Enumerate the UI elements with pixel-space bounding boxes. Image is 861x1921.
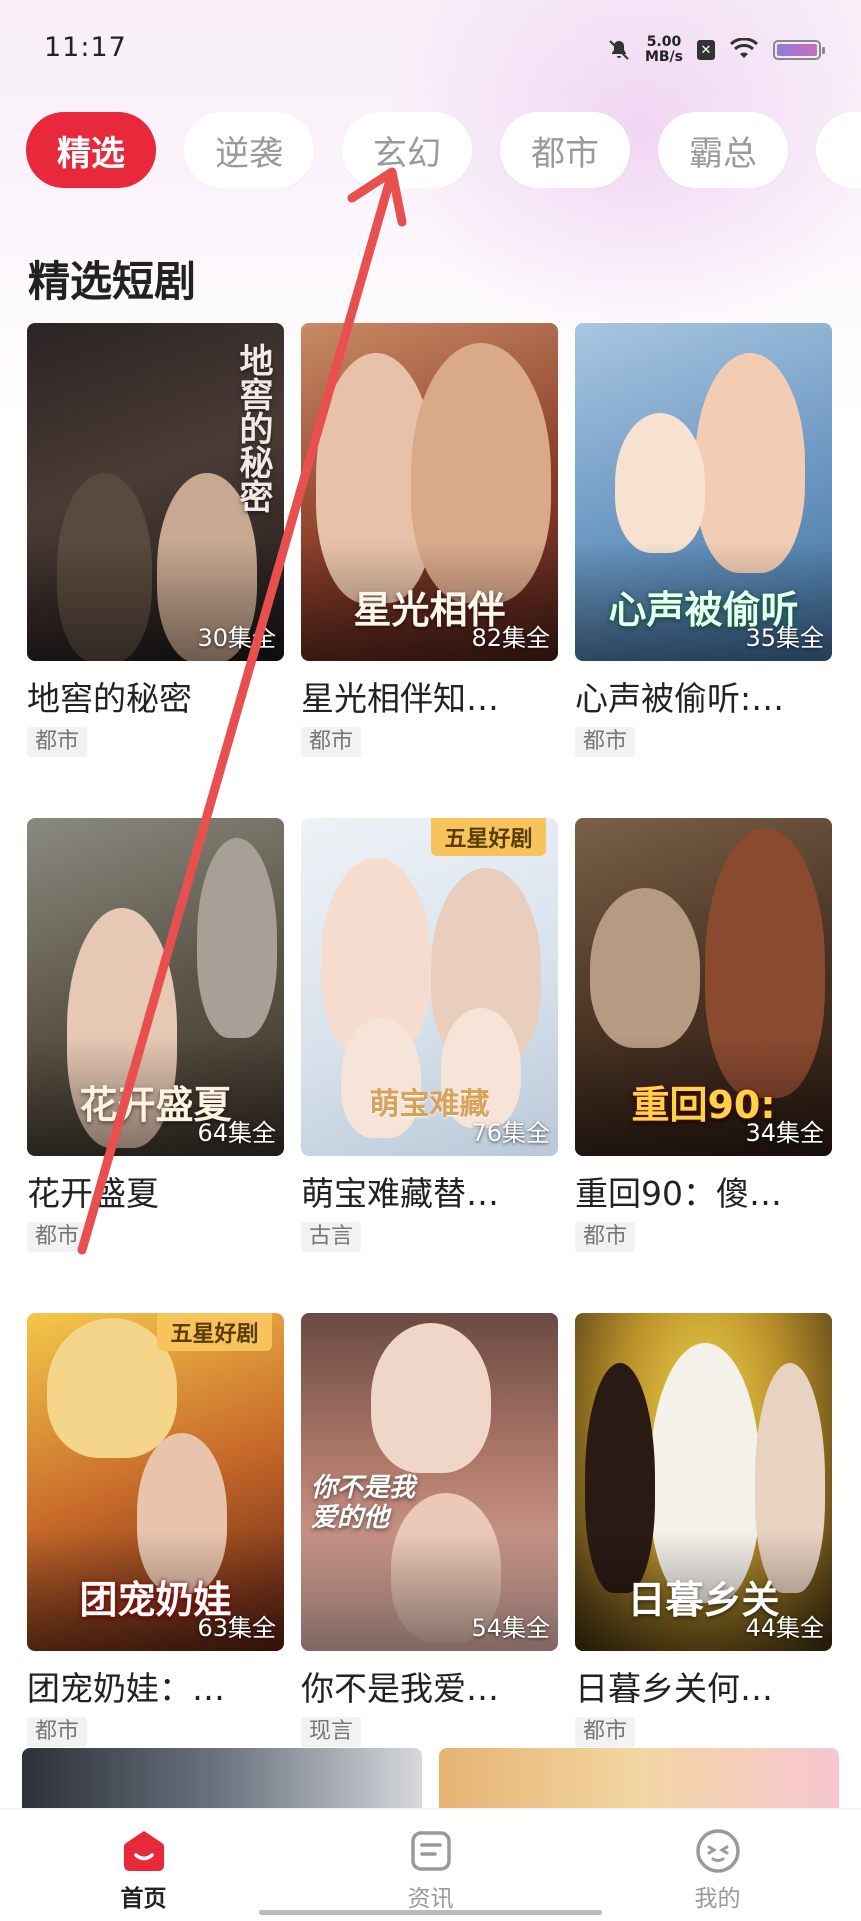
- drama-title[interactable]: 星光相伴知…: [301, 679, 558, 719]
- episode-count: 54集全: [471, 1614, 550, 1642]
- tab-nixi[interactable]: 逆袭: [184, 112, 314, 188]
- nav-label: 我的: [694, 1886, 741, 1912]
- episode-count: 76集全: [471, 1119, 550, 1147]
- episode-count: 44集全: [745, 1614, 824, 1642]
- drama-card[interactable]: 地窖的秘密 30集全 地窖的秘密 都市: [27, 323, 284, 757]
- drama-poster[interactable]: 心声被偷听 35集全: [575, 323, 832, 661]
- drama-title[interactable]: 地窖的秘密: [27, 679, 284, 719]
- net-speed: 5.00 MB/s: [645, 35, 683, 65]
- poster-title: 地窖的秘密: [233, 343, 273, 513]
- drama-card[interactable]: 五星好剧 团宠奶娃 63集全 团宠奶娃：… 都市: [27, 1313, 284, 1747]
- status-icons: 5.00 MB/s ✕: [607, 30, 825, 70]
- drama-title[interactable]: 日暮乡关何…: [575, 1669, 832, 1709]
- genre-tag: 古言: [301, 1222, 362, 1252]
- section-title: 精选短剧: [28, 257, 197, 306]
- nav-home[interactable]: 首页: [0, 1809, 287, 1921]
- drama-card[interactable]: 五星好剧 萌宝难藏 76集全 萌宝难藏替… 古言: [301, 818, 558, 1252]
- drama-grid: 地窖的秘密 30集全 地窖的秘密 都市 星光相伴 82集全 星光相伴知… 都市 …: [27, 323, 833, 1808]
- poster-title: 你不是我爱的他: [311, 1473, 416, 1533]
- nav-label: 首页: [120, 1886, 167, 1912]
- tab-xuanhuan[interactable]: 玄幻: [342, 112, 472, 188]
- poster-figure: [197, 838, 277, 1038]
- episode-count: 82集全: [471, 624, 550, 652]
- drama-title[interactable]: 花开盛夏: [27, 1174, 284, 1214]
- nav-label: 资讯: [407, 1886, 454, 1912]
- status-time: 11:17: [44, 32, 127, 63]
- drama-title[interactable]: 你不是我爱…: [301, 1669, 558, 1709]
- genre-tag: 都市: [575, 1717, 636, 1747]
- genre-tag: 都市: [27, 727, 88, 757]
- drama-card[interactable]: 星光相伴 82集全 星光相伴知… 都市: [301, 323, 558, 757]
- drama-card[interactable]: 日暮乡关 44集全 日暮乡关何… 都市: [575, 1313, 832, 1747]
- genre-tag: 都市: [575, 1222, 636, 1252]
- drama-poster[interactable]: 日暮乡关 44集全: [575, 1313, 832, 1651]
- net-speed-unit: MB/s: [644, 49, 683, 65]
- drama-card[interactable]: 你不是我爱的他 54集全 你不是我爱… 现言: [301, 1313, 558, 1747]
- episode-count: 34集全: [745, 1119, 824, 1147]
- episode-count: 35集全: [745, 624, 824, 652]
- wifi-icon: [729, 38, 759, 58]
- drama-poster[interactable]: 你不是我爱的他 54集全: [301, 1313, 558, 1651]
- nav-news[interactable]: 资讯: [287, 1809, 574, 1921]
- drama-title[interactable]: 团宠奶娃：…: [27, 1669, 284, 1709]
- banner-card-partial[interactable]: [22, 1748, 422, 1808]
- episode-count: 63集全: [197, 1614, 276, 1642]
- episode-count: 30集全: [197, 624, 276, 652]
- drama-poster[interactable]: 花开盛夏 64集全: [27, 818, 284, 1156]
- home-indicator[interactable]: [259, 1910, 602, 1915]
- drama-card[interactable]: 心声被偷听 35集全 心声被偷听:… 都市: [575, 323, 832, 757]
- poster-figure: [695, 353, 805, 573]
- episode-count: 64集全: [197, 1119, 276, 1147]
- mute-icon: [609, 40, 629, 60]
- drama-title[interactable]: 重回90：傻…: [575, 1174, 832, 1214]
- tab-bazong[interactable]: 霸总: [658, 112, 788, 188]
- drama-poster[interactable]: 地窖的秘密 30集全: [27, 323, 284, 661]
- genre-tag: 都市: [301, 727, 362, 757]
- drama-poster[interactable]: 重回90: 34集全: [575, 818, 832, 1156]
- genre-tag: 现言: [301, 1717, 362, 1747]
- profile-icon: [695, 1829, 740, 1873]
- drama-row: 花开盛夏 64集全 花开盛夏 都市 五星好剧 萌宝难藏 76集全 萌宝难藏替… …: [27, 818, 833, 1252]
- drama-card[interactable]: 花开盛夏 64集全 花开盛夏 都市: [27, 818, 284, 1252]
- status-bar: 11:17 5.00 MB/s ✕: [0, 0, 861, 100]
- sim-off-icon: ✕: [697, 40, 715, 60]
- drama-title[interactable]: 心声被偷听:…: [575, 679, 832, 719]
- home-icon: [123, 1831, 164, 1871]
- drama-card[interactable]: 重回90: 34集全 重回90：傻… 都市: [575, 818, 832, 1252]
- drama-poster[interactable]: 五星好剧 团宠奶娃 63集全: [27, 1313, 284, 1651]
- banner-card-partial[interactable]: [439, 1748, 839, 1808]
- genre-tag: 都市: [575, 727, 636, 757]
- genre-tag: 都市: [27, 1222, 88, 1252]
- five-star-badge: 五星好剧: [157, 1313, 272, 1351]
- category-tabs: 精选 逆袭 玄幻 都市 霸总 古: [26, 112, 861, 188]
- nav-profile[interactable]: 我的: [574, 1809, 861, 1921]
- drama-row: 地窖的秘密 30集全 地窖的秘密 都市 星光相伴 82集全 星光相伴知… 都市 …: [27, 323, 833, 757]
- drama-poster[interactable]: 五星好剧 萌宝难藏 76集全: [301, 818, 558, 1156]
- drama-row: 五星好剧 团宠奶娃 63集全 团宠奶娃：… 都市 你不是我爱的他 54集全 你不…: [27, 1313, 833, 1747]
- tab-jingxuan[interactable]: 精选: [26, 112, 156, 188]
- genre-tag: 都市: [27, 1717, 88, 1747]
- five-star-badge: 五星好剧: [431, 818, 546, 856]
- drama-poster[interactable]: 星光相伴 82集全: [301, 323, 558, 661]
- battery-icon: [773, 40, 825, 60]
- net-speed-value: 5.00: [646, 34, 682, 50]
- tab-guyan[interactable]: 古: [816, 112, 861, 188]
- poster-figure: [371, 1323, 491, 1473]
- poster-figure: [615, 413, 705, 553]
- poster-figure: [590, 888, 700, 1048]
- drama-title[interactable]: 萌宝难藏替…: [301, 1174, 558, 1214]
- tab-dushi[interactable]: 都市: [500, 112, 630, 188]
- bottom-nav: 首页 资讯 我的: [0, 1808, 861, 1921]
- news-icon: [410, 1831, 451, 1871]
